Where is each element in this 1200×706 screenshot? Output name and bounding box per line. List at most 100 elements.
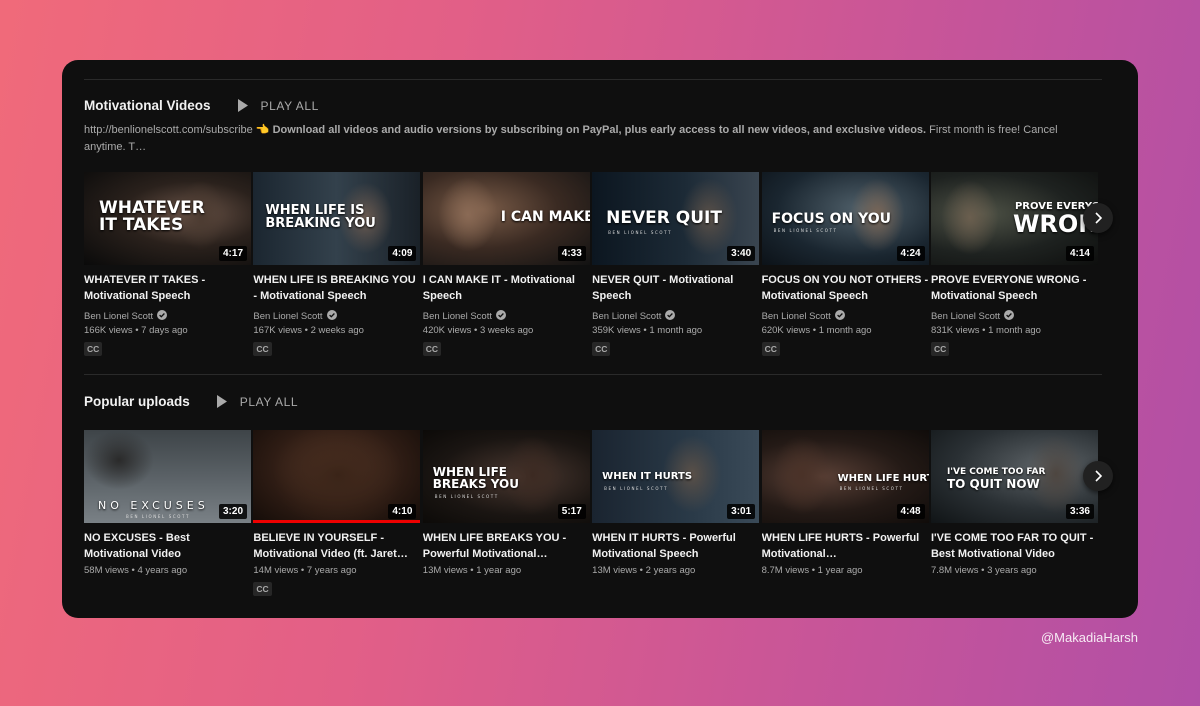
video-meta: 420K views • 3 weeks ago xyxy=(422,325,534,336)
thumbnail-subtext: BEN LIONEL SCOTT xyxy=(839,486,904,491)
video-card[interactable]: PROVE EVERYONEWRONG4:14 PROVE EVERYONE WR… xyxy=(930,172,1098,357)
channel-name-row: Ben Lionel Scott xyxy=(592,309,759,323)
thumbnail-text: I'VE COME TOO FAR xyxy=(946,467,1046,477)
video-card[interactable]: WHEN LIFE HURTSBEN LIONEL SCOTT4:48 WHEN … xyxy=(761,430,929,597)
video-meta: 14M views • 7 years ago xyxy=(253,565,357,576)
shelf-next-button[interactable] xyxy=(1083,203,1113,233)
video-title[interactable]: WHEN LIFE BREAKS YOU - Powerful Motivati… xyxy=(423,530,590,562)
channel-name[interactable]: Ben Lionel Scott xyxy=(592,311,661,322)
watch-progress-bar xyxy=(253,520,421,523)
video-title[interactable]: WHEN LIFE HURTS - Powerful Motivational… xyxy=(762,530,929,562)
channel-name-row: Ben Lionel Scott xyxy=(423,309,590,322)
shelf-title[interactable]: Motivational Videos xyxy=(84,98,211,113)
video-thumbnail[interactable]: WHATEVER IT TAKES 4:17 xyxy=(84,172,251,265)
video-card[interactable]: NO EXCUSES BEN LIONEL SCOTT 3:20 NO EXCUSES… xyxy=(84,430,251,597)
cc-badge: CC xyxy=(761,342,780,356)
thumbnail-figure xyxy=(771,435,832,515)
duration-badge: 5:17 xyxy=(557,504,586,519)
video-thumbnail[interactable]: NO EXCUSES BEN LIONEL SCOTT 3:20 xyxy=(84,430,251,523)
verified-check-icon xyxy=(157,309,168,323)
video-thumbnail[interactable]: I CAN MAKE IT 4:33 xyxy=(422,172,590,265)
thumbnail-subtext: BEN LIONEL SCOTT xyxy=(434,494,499,499)
top-divider xyxy=(84,79,1102,80)
video-meta: 166K views • 7 days ago xyxy=(84,325,188,336)
watermark-handle: @MakadiaHarsh xyxy=(1040,630,1138,645)
shelf-next-button[interactable] xyxy=(1083,461,1113,491)
thumbnail-figure xyxy=(437,177,498,252)
video-card[interactable]: I CAN MAKE IT 4:33 I CAN MAKE IT - Motivat… xyxy=(422,172,590,357)
thumbnail-figure xyxy=(84,430,154,490)
video-title[interactable]: WHEN LIFE IS BREAKING YOU - Motivational… xyxy=(253,272,420,304)
video-title[interactable]: WHEN IT HURTS - Powerful Motivational Sp… xyxy=(592,530,759,562)
video-thumbnail[interactable]: FOCUS ON YOU BEN LIONEL SCOTT 4:24 xyxy=(761,172,929,265)
video-card[interactable]: I'VE COME TOO FAR TO QUIT NOW 3:36 I'VE COM… xyxy=(930,430,1098,597)
thumbnail-text: NO EXCUSES xyxy=(98,499,209,512)
duration-badge: 4:24 xyxy=(896,246,925,261)
duration-badge: 4:10 xyxy=(388,504,417,519)
video-card[interactable]: NEVER QUIT BEN LIONEL SCOTT 3:40 NEVER QUIT… xyxy=(592,172,760,357)
chevron-right-icon xyxy=(1095,212,1103,224)
thumbnail-text-large: TO QUIT NOW xyxy=(946,477,1040,491)
channel-name[interactable]: Ben Lionel Scott xyxy=(253,311,322,322)
duration-badge: 4:09 xyxy=(388,246,417,261)
video-card[interactable]: FOCUS ON YOU BEN LIONEL SCOTT 4:24 FOCUS ON… xyxy=(761,172,929,357)
video-meta: 7.8M views • 3 years ago xyxy=(930,565,1037,576)
cc-badge: CC xyxy=(84,342,103,356)
video-thumbnail[interactable]: PROVE EVERYONEWRONG4:14 xyxy=(930,172,1098,265)
channel-name-row: Ben Lionel Scott xyxy=(84,309,251,323)
video-title[interactable]: I CAN MAKE IT - Motivational Speech xyxy=(423,272,590,304)
video-thumbnail[interactable]: NEVER QUIT BEN LIONEL SCOTT 3:40 xyxy=(592,172,760,265)
channel-name-row: Ben Lionel Scott xyxy=(762,309,929,322)
shelf-title[interactable]: Popular uploads xyxy=(84,394,190,409)
channel-name[interactable]: Ben Lionel Scott xyxy=(931,311,1000,322)
play-all-button[interactable]: PLAY ALL xyxy=(216,395,298,409)
verified-check-icon xyxy=(1004,309,1015,323)
video-meta: 167K views • 2 weeks ago xyxy=(253,325,364,336)
duration-badge: 4:14 xyxy=(1065,246,1094,261)
thumbnail-figure xyxy=(273,430,404,523)
video-thumbnail[interactable]: WHEN LIFE IS BREAKING YOU 4:09 xyxy=(253,172,421,265)
video-meta: 359K views • 1 month ago xyxy=(592,325,703,336)
play-all-button[interactable]: PLAY ALL xyxy=(237,99,319,113)
channel-name[interactable]: Ben Lionel Scott xyxy=(423,311,492,322)
cc-badge: CC xyxy=(253,342,272,356)
duration-badge: 4:17 xyxy=(218,246,247,261)
video-row-motivational: WHATEVER IT TAKES 4:17 WHATEVER IT TAKES -… xyxy=(84,172,1100,357)
video-title[interactable]: FOCUS ON YOU NOT OTHERS - Motivational S… xyxy=(762,272,929,304)
video-thumbnail[interactable]: WHEN LIFE HURTS BEN LIONEL SCOTT 4:48 xyxy=(761,430,929,523)
duration-badge: 4:33 xyxy=(557,246,586,261)
video-card[interactable]: 4:10 BELIEVE IN YOURSELF - Motivational V… xyxy=(253,430,421,597)
cc-badge: CC xyxy=(930,342,950,356)
thumbnail-text: WHEN LIFE IS BREAKING YOU xyxy=(265,203,376,231)
video-thumbnail[interactable]: I'VE COME TOO FAR TO QUIT NOW 3:36 xyxy=(930,430,1098,523)
video-card[interactable]: WHATEVER IT TAKES 4:17 WHATEVER IT TAKES -… xyxy=(84,172,251,357)
video-card[interactable]: WHEN LIFE IS BREAKING YOU 4:09 WHEN LIFE I… xyxy=(253,172,421,357)
video-title[interactable]: WHATEVER IT TAKES - Motivational Speech xyxy=(84,272,251,304)
thumbnail-text: WHEN IT HURTS xyxy=(602,471,693,482)
video-title[interactable]: I'VE COME TOO FAR TO QUIT - Best Motivat… xyxy=(931,530,1098,562)
video-title[interactable]: BELIEVE IN YOURSELF - Motivational Video… xyxy=(253,530,420,562)
video-meta: 13M views • 1 year ago xyxy=(422,565,522,576)
thumbnail-subtext: BEN LIONEL SCOTT xyxy=(608,230,673,235)
channel-name[interactable]: Ben Lionel Scott xyxy=(84,311,153,322)
duration-badge: 3:20 xyxy=(218,504,247,519)
video-thumbnail[interactable]: WHEN LIFE BREAKS YOU BEN LIONEL SCOTT 5:17 xyxy=(422,430,590,523)
description-link[interactable]: http://benlionelscott.com/subscribe xyxy=(84,124,253,136)
video-title[interactable]: PROVE EVERYONE WRONG - Motivational Spee… xyxy=(931,272,1098,304)
video-card[interactable]: WHEN LIFE BREAKS YOU BEN LIONEL SCOTT 5:17… xyxy=(422,430,590,597)
video-card[interactable]: WHEN IT HURTS BEN LIONEL SCOTT 3:01 WHEN IT… xyxy=(592,430,760,597)
video-title[interactable]: NEVER QUIT - Motivational Speech xyxy=(592,272,759,304)
duration-badge: 3:40 xyxy=(727,246,756,261)
thumbnail-subtext: BEN LIONEL SCOTT xyxy=(126,514,191,519)
cc-badge: CC xyxy=(253,582,272,596)
verified-check-icon xyxy=(665,309,676,323)
play-icon xyxy=(237,99,248,112)
video-meta: 8.7M views • 1 year ago xyxy=(761,565,863,576)
video-thumbnail[interactable]: 4:10 xyxy=(253,430,421,523)
video-title[interactable]: NO EXCUSES - Best Motivational Video xyxy=(84,530,251,562)
channel-name[interactable]: Ben Lionel Scott xyxy=(762,311,831,322)
description-bold: Download all videos and audio versions b… xyxy=(272,124,927,136)
channel-name-row: Ben Lionel Scott xyxy=(931,309,1098,323)
video-thumbnail[interactable]: WHEN IT HURTS BEN LIONEL SCOTT 3:01 xyxy=(592,430,760,523)
thumbnail-text: FOCUS ON YOU xyxy=(771,211,892,227)
